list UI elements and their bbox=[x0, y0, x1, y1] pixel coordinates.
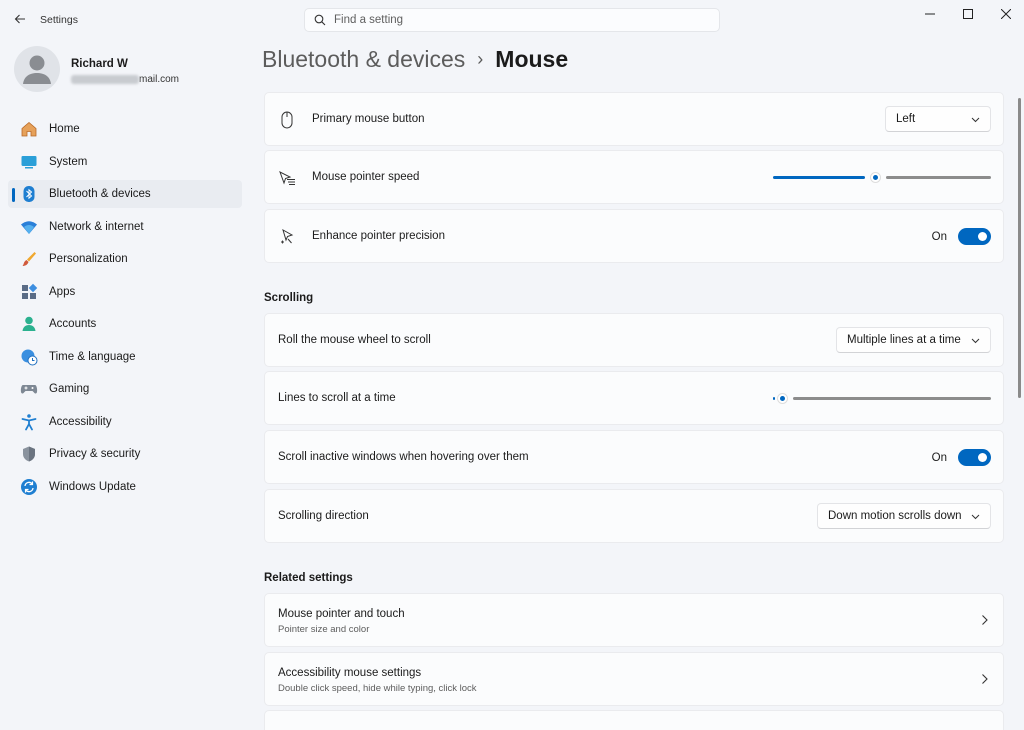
slider-track-empty bbox=[793, 397, 991, 400]
sidebar-item-privacy[interactable]: Privacy & security bbox=[8, 440, 242, 468]
back-button[interactable] bbox=[10, 9, 30, 29]
globe-clock-icon bbox=[19, 347, 39, 367]
person-icon bbox=[23, 55, 51, 84]
maximize-icon bbox=[963, 9, 973, 19]
related-item-accessibility-mouse[interactable]: Accessibility mouse settings Double clic… bbox=[264, 652, 1004, 706]
toggle-knob bbox=[978, 453, 987, 462]
sidebar-item-apps[interactable]: Apps bbox=[8, 278, 242, 306]
gamepad-icon bbox=[19, 379, 39, 399]
search-input[interactable] bbox=[334, 14, 694, 26]
breadcrumb: Bluetooth & devices › Mouse bbox=[262, 46, 568, 73]
active-indicator bbox=[12, 188, 15, 202]
wifi-icon bbox=[19, 217, 39, 237]
accounts-icon bbox=[19, 314, 39, 334]
roll-wheel-row: Roll the mouse wheel to scroll Multiple … bbox=[264, 313, 1004, 367]
slider-track-empty bbox=[886, 176, 991, 179]
minimize-button[interactable] bbox=[912, 0, 948, 28]
enhance-precision-toggle-group: On bbox=[932, 228, 991, 245]
scroll-inactive-toggle-group: On bbox=[932, 449, 991, 466]
sidebar-item-gaming[interactable]: Gaming bbox=[8, 375, 242, 403]
related-item-mouse-pointer-touch[interactable]: Mouse pointer and touch Pointer size and… bbox=[264, 593, 1004, 647]
back-arrow-icon bbox=[14, 14, 25, 24]
slider-thumb[interactable] bbox=[777, 393, 788, 404]
scrolling-direction-row: Scrolling direction Down motion scrolls … bbox=[264, 489, 1004, 543]
sidebar-item-bluetooth-devices[interactable]: Bluetooth & devices bbox=[8, 180, 242, 208]
chevron-down-icon bbox=[971, 512, 980, 521]
lines-to-scroll-row: Lines to scroll at a time bbox=[264, 371, 1004, 425]
related-item-partial[interactable] bbox=[264, 710, 1004, 730]
chevron-down-icon bbox=[971, 115, 980, 124]
system-icon bbox=[19, 152, 39, 172]
page-title: Mouse bbox=[495, 46, 569, 72]
sidebar-item-time-language[interactable]: Time & language bbox=[8, 343, 242, 371]
slider-thumb[interactable] bbox=[870, 172, 881, 183]
lines-to-scroll-slider[interactable] bbox=[773, 390, 991, 406]
bluetooth-icon bbox=[19, 184, 39, 204]
sidebar-item-windows-update[interactable]: Windows Update bbox=[8, 473, 242, 501]
update-icon bbox=[19, 477, 39, 497]
related-settings-title: Related settings bbox=[264, 572, 353, 584]
chevron-down-icon bbox=[971, 336, 980, 345]
sidebar-item-accessibility[interactable]: Accessibility bbox=[8, 408, 242, 436]
scroll-inactive-toggle[interactable] bbox=[958, 449, 991, 466]
sidebar-nav: Home System Bluetooth & devices Network … bbox=[8, 115, 242, 505]
close-icon bbox=[1001, 9, 1011, 19]
user-email: mail.com bbox=[71, 74, 179, 85]
user-name: Richard W bbox=[71, 58, 128, 70]
minimize-icon bbox=[925, 13, 935, 15]
slider-track-filled bbox=[773, 397, 775, 400]
chevron-right-icon bbox=[980, 673, 989, 685]
sidebar-item-home[interactable]: Home bbox=[8, 115, 242, 143]
breadcrumb-separator: › bbox=[477, 49, 484, 69]
scroll-inactive-windows-row: Scroll inactive windows when hovering ov… bbox=[264, 430, 1004, 484]
redacted-email bbox=[71, 74, 139, 84]
shield-icon bbox=[19, 444, 39, 464]
sidebar-item-accounts[interactable]: Accounts bbox=[8, 310, 242, 338]
enhance-pointer-precision-row: Enhance pointer precision On bbox=[264, 209, 1004, 263]
breadcrumb-parent-link[interactable]: Bluetooth & devices bbox=[262, 46, 465, 73]
primary-mouse-button-dropdown[interactable]: Left bbox=[885, 106, 991, 132]
sidebar-item-network[interactable]: Network & internet bbox=[8, 213, 242, 241]
app-title: Settings bbox=[40, 14, 78, 26]
pointer-speed-icon bbox=[277, 168, 297, 188]
enhance-precision-toggle[interactable] bbox=[958, 228, 991, 245]
roll-wheel-dropdown[interactable]: Multiple lines at a time bbox=[836, 327, 991, 353]
pointer-speed-slider[interactable] bbox=[773, 169, 991, 185]
chevron-right-icon bbox=[980, 614, 989, 626]
brush-icon bbox=[19, 249, 39, 269]
page-scrollbar[interactable] bbox=[1018, 98, 1021, 398]
scrolling-section-title: Scrolling bbox=[264, 292, 314, 304]
sidebar-item-system[interactable]: System bbox=[8, 148, 242, 176]
sidebar-item-personalization[interactable]: Personalization bbox=[8, 245, 242, 273]
slider-track-filled bbox=[773, 176, 865, 179]
maximize-button[interactable] bbox=[950, 0, 986, 28]
apps-icon bbox=[19, 282, 39, 302]
avatar[interactable] bbox=[14, 46, 60, 92]
toggle-knob bbox=[978, 232, 987, 241]
accessibility-icon bbox=[19, 412, 39, 432]
mouse-icon bbox=[277, 110, 297, 130]
primary-mouse-button-row: Primary mouse button Left bbox=[264, 92, 1004, 146]
search-icon bbox=[314, 14, 326, 26]
home-icon bbox=[19, 119, 39, 139]
search-box[interactable] bbox=[304, 8, 720, 32]
title-bar: Settings bbox=[0, 0, 1024, 40]
pointer-precision-icon bbox=[277, 227, 297, 247]
scrolling-direction-dropdown[interactable]: Down motion scrolls down bbox=[817, 503, 991, 529]
close-button[interactable] bbox=[988, 0, 1024, 28]
mouse-pointer-speed-row: Mouse pointer speed bbox=[264, 150, 1004, 204]
